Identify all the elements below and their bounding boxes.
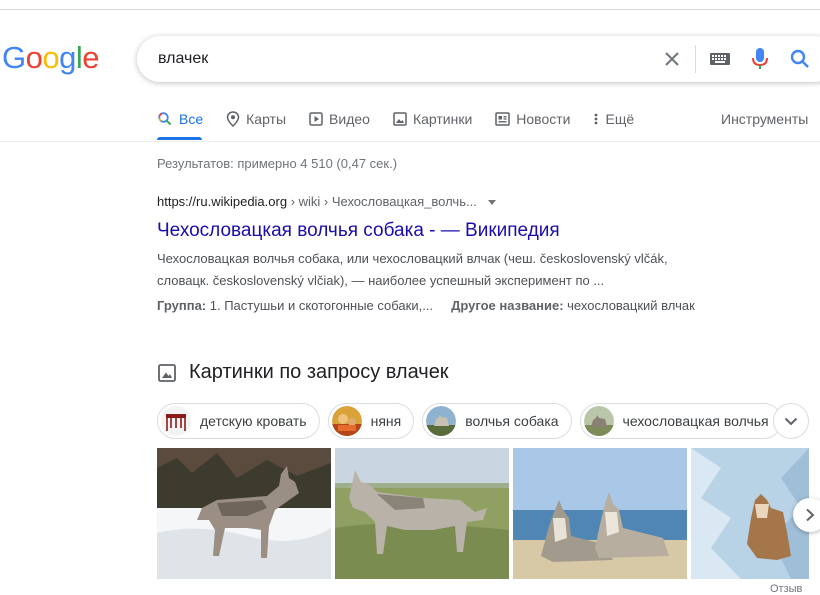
tab-images[interactable]: Картинки bbox=[393, 108, 472, 130]
tab-video[interactable]: Видео bbox=[309, 108, 370, 130]
tab-maps[interactable]: Карты bbox=[226, 108, 286, 130]
search-divider bbox=[695, 45, 696, 73]
image-result[interactable] bbox=[157, 448, 331, 579]
attr-value: чехословацкий влчак bbox=[563, 298, 695, 313]
crib-icon bbox=[161, 406, 191, 436]
logo-letter: G bbox=[2, 40, 26, 75]
chip-czechoslovak-wolfdog[interactable]: чехословацкая волчья bbox=[579, 403, 782, 439]
top-divider bbox=[0, 9, 820, 10]
tab-news[interactable]: Новости bbox=[495, 108, 570, 130]
close-icon[interactable] bbox=[660, 47, 684, 71]
tab-more[interactable]: Ещё bbox=[593, 108, 634, 130]
result-snippet: Чехословацкая волчья собака, или чехосло… bbox=[157, 251, 668, 288]
tab-label: Картинки bbox=[412, 111, 473, 127]
search-tabs: Все Карты Видео Картинки Новости Ещё bbox=[157, 108, 657, 138]
wolfdog-field-photo bbox=[335, 448, 509, 579]
search-icon bbox=[158, 112, 172, 126]
tab-all[interactable]: Все bbox=[157, 108, 203, 130]
result-url[interactable]: https://ru.wikipedia.org › wiki › Чехосл… bbox=[157, 194, 497, 209]
chip-label: детскую кровать bbox=[200, 413, 307, 429]
chips-expand-button[interactable] bbox=[773, 403, 809, 439]
result-domain: https://ru.wikipedia.org bbox=[157, 194, 288, 209]
image-refine-chips: детскую кровать няня волчья собака чехос… bbox=[157, 403, 790, 439]
result-stats: Результатов: примерно 4 510 (0,47 сек.) bbox=[157, 156, 398, 171]
tab-label: Видео bbox=[329, 111, 370, 127]
video-icon bbox=[309, 112, 323, 126]
chip-label: няня bbox=[370, 413, 402, 429]
result-path: › wiki › Чехословацкая_волчь... bbox=[287, 194, 477, 209]
chevron-right-icon bbox=[806, 508, 815, 522]
google-logo[interactable]: Google bbox=[2, 40, 100, 75]
wolfdog-photo bbox=[583, 406, 614, 436]
chip-nanny[interactable]: няня bbox=[327, 403, 415, 439]
image-icon bbox=[158, 363, 176, 382]
chip-label: волчья собака bbox=[465, 413, 559, 429]
result-title-link[interactable]: Чехословацкая волчья собака - — Википеди… bbox=[157, 220, 560, 242]
nanny-photo bbox=[331, 406, 362, 436]
logo-letter: e bbox=[82, 40, 100, 75]
result-attributes: Группа: 1. Пастушьи и скотогонные собаки… bbox=[157, 298, 695, 313]
image-result[interactable] bbox=[335, 448, 509, 579]
logo-letter: g bbox=[59, 40, 76, 75]
tab-label: Новости bbox=[516, 111, 571, 127]
more-vert-icon bbox=[595, 113, 598, 125]
chevron-down-icon bbox=[784, 417, 798, 425]
images-next-button[interactable] bbox=[793, 498, 820, 532]
chip-label: чехословацкая волчья bbox=[622, 413, 769, 429]
logo-letter: o bbox=[25, 40, 43, 75]
chip-wolfdog[interactable]: волчья собака bbox=[422, 403, 572, 439]
feedback-link[interactable]: Отзыв bbox=[770, 583, 802, 595]
tools-button[interactable]: Инструменты bbox=[721, 111, 808, 127]
search-icon[interactable] bbox=[788, 47, 812, 71]
search-input[interactable]: влачек bbox=[158, 50, 208, 68]
caret-down-icon[interactable] bbox=[488, 200, 497, 206]
microphone-icon[interactable] bbox=[749, 47, 771, 71]
image-result[interactable] bbox=[513, 448, 687, 579]
images-section-title: Картинки по запросу влачек bbox=[189, 361, 449, 383]
wolfdog-photo bbox=[426, 406, 457, 436]
image-icon bbox=[393, 112, 407, 126]
map-pin-icon bbox=[226, 111, 240, 127]
attr-label: Группа: bbox=[157, 298, 207, 313]
image-result[interactable] bbox=[691, 448, 809, 579]
tabs-divider bbox=[0, 141, 820, 142]
news-icon bbox=[495, 112, 511, 126]
attr-value: 1. Пастушьи и скотогонные собаки,... bbox=[206, 298, 434, 313]
wolfdog-snow-photo bbox=[157, 448, 331, 579]
tab-label: Все bbox=[179, 111, 204, 127]
tab-label: Карты bbox=[246, 111, 287, 127]
tab-label: Ещё bbox=[605, 111, 635, 127]
attr-label: Другое название: bbox=[451, 298, 564, 313]
search-box[interactable]: влачек bbox=[137, 36, 820, 82]
images-section-header: Картинки по запросу влачек bbox=[157, 361, 449, 384]
logo-letter: o bbox=[42, 40, 60, 75]
active-tab-indicator bbox=[157, 137, 202, 140]
keyboard-icon[interactable] bbox=[709, 49, 731, 69]
chip-crib[interactable]: детскую кровать bbox=[157, 403, 320, 439]
wolfdogs-sea-photo bbox=[513, 448, 687, 579]
wolfdog-puppy-photo bbox=[691, 448, 809, 579]
